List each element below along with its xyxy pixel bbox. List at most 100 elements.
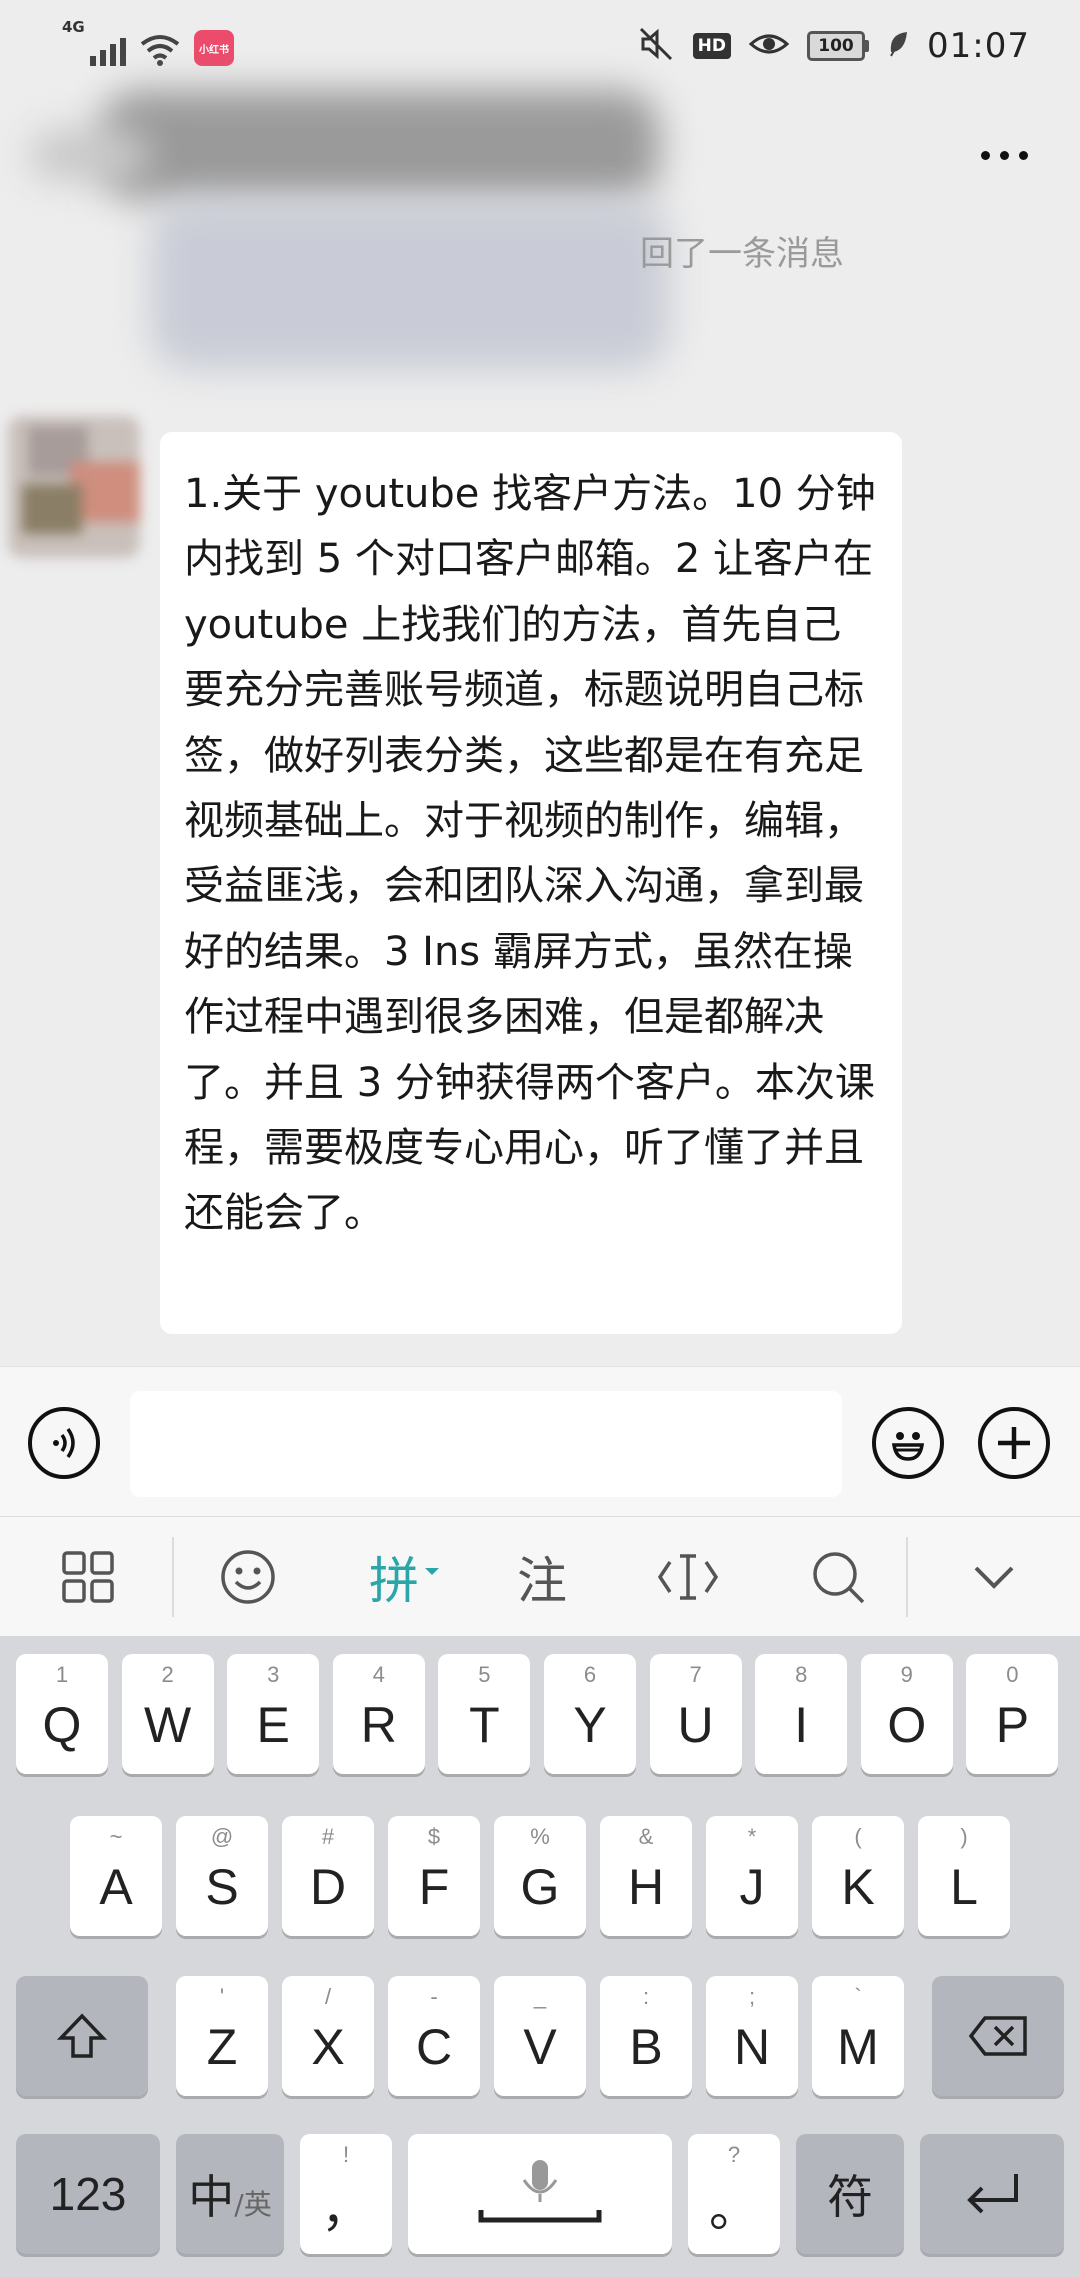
add-button[interactable] [978, 1407, 1050, 1479]
key-c[interactable]: -C [388, 1976, 480, 2096]
key-y[interactable]: 6Y [544, 1654, 636, 1774]
message-bubble[interactable]: 1.关于 youtube 找客户方法。10 分钟内找到 5 个对口客户邮箱。2 … [160, 432, 902, 1334]
key-hint: ~ [109, 1824, 123, 1849]
key-v[interactable]: _ V [494, 1976, 586, 2096]
key-label: O [887, 1697, 927, 1753]
blurred-title [100, 90, 660, 200]
key-label: J [739, 1859, 765, 1915]
status-left: 4G 小红书 [62, 18, 234, 66]
more-options-button[interactable] [968, 130, 1040, 180]
recall-notice: 回了一条消息 [640, 234, 844, 274]
key-a[interactable]: ~ A [70, 1816, 162, 1936]
mute-icon [639, 27, 675, 65]
key-b[interactable]: :B [600, 1976, 692, 2096]
shift-key[interactable] [16, 1976, 148, 2096]
apps-button[interactable] [40, 1517, 136, 1637]
key-hint: 5 [478, 1662, 491, 1687]
key-hint: * [747, 1824, 757, 1849]
key-hint: 6 [583, 1662, 597, 1687]
notification-app-icon: 小红书 [194, 30, 234, 66]
keyboard-emoji-button[interactable] [200, 1517, 296, 1637]
comma-key[interactable]: ! ， [300, 2134, 392, 2254]
key-label: Q [42, 1697, 82, 1753]
chevron-down-icon [974, 1566, 1014, 1589]
blurred-system-notice [150, 200, 670, 370]
enter-key[interactable] [920, 2134, 1064, 2254]
key-hint: & [638, 1824, 654, 1849]
message-text: 1.关于 youtube 找客户方法。10 分钟内找到 5 个对口客户邮箱。2 … [184, 471, 876, 1237]
key-hint: 1 [55, 1662, 69, 1687]
key-hint: / [324, 1984, 332, 2009]
search-button[interactable] [790, 1517, 886, 1637]
key-hint: ( [854, 1824, 862, 1849]
key-z[interactable]: ' Z [176, 1976, 268, 2096]
key-j[interactable]: * J [706, 1816, 798, 1936]
signal-icon [90, 34, 126, 66]
key-hint: 0 [1006, 1662, 1019, 1687]
annotate-label: 注 [517, 1552, 567, 1610]
key-g[interactable]: % G [494, 1816, 586, 1936]
key-label: B [629, 2019, 663, 2075]
key-f[interactable]: $ F [388, 1816, 480, 1936]
key-label: L [950, 1859, 978, 1915]
key-hint: 2 [161, 1662, 174, 1687]
period-key[interactable]: ? 。 [688, 2134, 780, 2254]
key-m[interactable]: ` M [812, 1976, 904, 2096]
cursor-button[interactable] [640, 1517, 736, 1637]
key-l[interactable]: ) L [918, 1816, 1010, 1936]
period-key-hint: ? [727, 2142, 741, 2167]
space-key[interactable] [408, 2134, 672, 2254]
key-u[interactable]: 7U [649, 1654, 742, 1774]
key-label: D [309, 1859, 347, 1915]
key-hint: ' [219, 1984, 225, 2009]
pinyin-mode-button[interactable]: 拼 [350, 1517, 460, 1637]
search-icon [813, 1552, 865, 1604]
key-r[interactable]: 4R [332, 1654, 425, 1774]
key-q[interactable]: 1Q [16, 1654, 108, 1774]
emoji-button[interactable] [872, 1407, 944, 1479]
key-e[interactable]: 3E [227, 1654, 320, 1774]
key-hint: _ [533, 1984, 547, 2009]
clock: 01:07 [927, 26, 1030, 66]
language-key-label: 中 [188, 2171, 235, 2223]
collapse-keyboard-button[interactable] [946, 1517, 1042, 1637]
number-key[interactable]: 123 [16, 2134, 160, 2254]
message-input[interactable] [130, 1391, 842, 1497]
battery-level: 100 [807, 31, 866, 61]
network-type: 4G [62, 18, 85, 36]
symbol-key[interactable]: 符 [796, 2134, 904, 2254]
key-s[interactable]: @ S [176, 1816, 268, 1936]
caret-down-icon [425, 1568, 439, 1575]
key-label: Z [206, 2019, 238, 2075]
period-key-label: 。 [709, 2181, 759, 2237]
eye-comfort-icon [748, 26, 790, 62]
key-o[interactable]: 9O [860, 1654, 953, 1774]
leaf-icon [887, 30, 909, 62]
key-h[interactable]: & H [600, 1816, 692, 1936]
backspace-key[interactable] [932, 1976, 1064, 2096]
key-t[interactable]: 5T [438, 1654, 531, 1774]
key-p[interactable]: 0P [966, 1654, 1059, 1774]
key-label: F [418, 1859, 450, 1915]
voice-icon [53, 1427, 75, 1459]
key-d[interactable]: # D [282, 1816, 374, 1936]
key-k[interactable]: (K [812, 1816, 904, 1936]
voice-button[interactable] [28, 1407, 100, 1479]
key-i[interactable]: 8I [755, 1654, 848, 1774]
key-hint: $ [427, 1824, 441, 1849]
number-key-label: 123 [49, 2168, 127, 2220]
keyboard: 1 Q 2 W 3 E 4 R 5 T 6 Y 7 U 8 I 9 O 0 P ~ A @ S # D $ F% G & H * J(K) L ' Z… [0, 1636, 1080, 2277]
keyboard-toolbar: 拼 注 [0, 1516, 1080, 1636]
key-label: H [627, 1859, 665, 1915]
key-hint: ` [854, 1984, 862, 2009]
key-hint: ) [960, 1824, 968, 1849]
key-w[interactable]: 2W [121, 1654, 214, 1774]
key-n[interactable]: ; N [706, 1976, 798, 2096]
annotate-button[interactable]: 注 [494, 1517, 590, 1637]
language-switch-key[interactable]: 中 /英 [176, 2134, 284, 2254]
key-x[interactable]: / X [282, 1976, 374, 2096]
pinyin-label: 拼 [369, 1552, 419, 1610]
key-label: W [143, 1697, 192, 1753]
avatar[interactable] [8, 416, 140, 558]
key-label: T [469, 1697, 500, 1753]
